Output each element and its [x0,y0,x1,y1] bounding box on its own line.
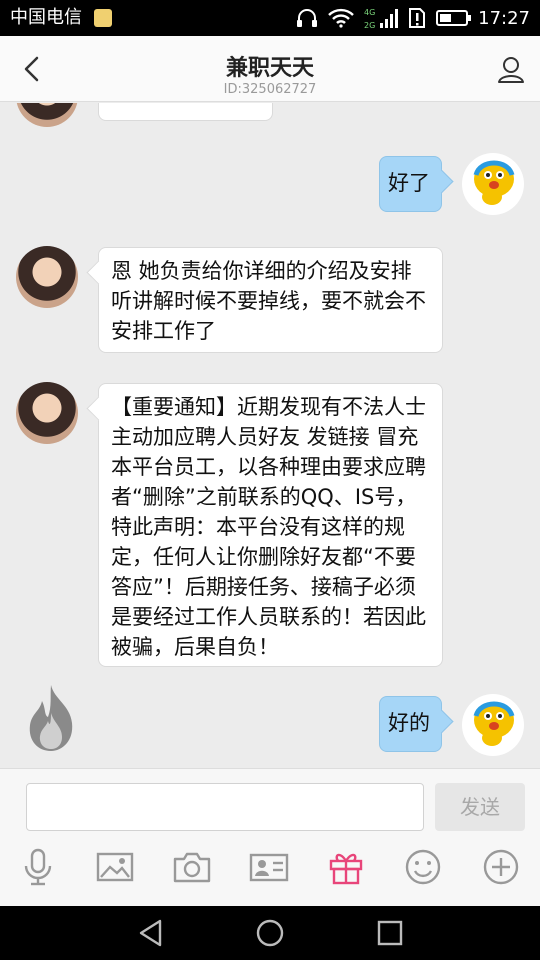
message-text: 好的 [388,711,430,735]
clock: 17:27 [478,7,530,29]
message-text: 【重要通知】近期发现有不法人士主动加应聘人员好友 发链接 冒充本平台员工，以各种… [111,395,426,659]
contact-avatar[interactable] [16,246,78,308]
cartoon-avatar-icon [473,701,515,746]
back-triangle-icon[interactable] [136,918,166,948]
incoming-message[interactable]: 恩 她负责给你详细的介绍及安排听讲解时候不要掉线，要不就会不安排工作了 [98,247,443,353]
emoji-icon[interactable] [403,847,443,887]
chat-title: 兼职天天 [225,56,314,81]
image-icon[interactable] [95,847,135,887]
cartoon-avatar-icon [473,160,515,205]
chat-id: ID:325062727 [223,82,317,97]
incoming-message[interactable]: 【重要通知】近期发现有不法人士主动加应聘人员好友 发链接 冒充本平台员工，以各种… [98,383,443,667]
chat-header: 兼职天天 ID:325062727 [0,36,540,102]
composer: 发送 [0,768,540,906]
message-list[interactable]: 好了 恩 她负责给你详细的介绍及安排听讲解时候不要掉线，要不就会不安排工作了 【… [0,103,540,767]
message-text: 恩 她负责给你详细的介绍及安排听讲解时候不要掉线，要不就会不安排工作了 [111,259,426,343]
system-nav-bar [0,906,540,960]
camera-icon[interactable] [172,847,212,887]
recent-apps-square-icon[interactable] [375,918,405,948]
contact-avatar[interactable] [16,103,78,127]
message-text: 好了 [388,171,430,195]
message-input[interactable] [26,783,424,831]
outgoing-message[interactable]: 好了 [379,156,442,212]
composer-toolbar [0,847,540,893]
svg-text:4G: 4G [364,8,375,17]
flame-icon[interactable] [24,683,78,753]
headphones-icon [297,9,318,27]
svg-text:2G: 2G [364,21,375,30]
my-avatar[interactable] [462,153,524,215]
battery-icon [436,10,472,26]
wifi-icon [328,8,354,28]
outgoing-message[interactable]: 好的 [379,696,442,752]
microphone-icon[interactable] [18,847,58,887]
send-button[interactable]: 发送 [435,783,525,831]
status-bar: 中国电信 4G 2G 17:27 [0,0,540,36]
home-circle-icon[interactable] [255,918,285,948]
my-avatar[interactable] [462,694,524,756]
carrier-badge-icon [94,9,112,27]
sim-alert-icon [409,8,426,28]
plus-icon[interactable] [481,847,521,887]
gift-icon[interactable] [326,847,366,887]
contact-card-icon[interactable] [249,847,289,887]
carrier-name: 中国电信 [10,7,82,28]
contact-avatar[interactable] [16,382,78,444]
message-bubble-partial[interactable] [98,103,273,121]
person-icon[interactable] [496,54,526,84]
signal-icon: 4G 2G [364,8,399,30]
